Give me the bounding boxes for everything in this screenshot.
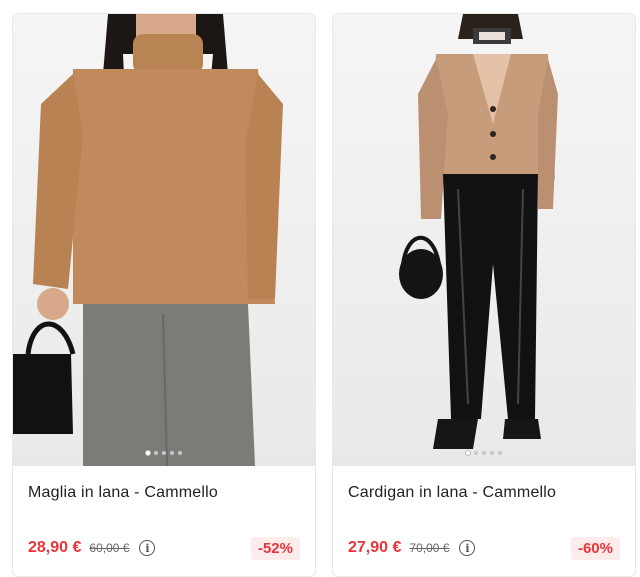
sale-price: 27,90 €: [348, 539, 402, 556]
info-icon[interactable]: i: [459, 540, 476, 556]
product-image[interactable]: [333, 14, 635, 466]
carousel-dot[interactable]: [490, 451, 494, 455]
carousel-dot[interactable]: [170, 451, 174, 455]
carousel-dot[interactable]: [466, 451, 470, 455]
image-carousel-dots[interactable]: [13, 451, 315, 455]
info-icon[interactable]: i: [139, 540, 156, 556]
product-photo-illustration: [399, 14, 558, 449]
product-image[interactable]: [13, 14, 315, 466]
carousel-dot[interactable]: [178, 451, 182, 455]
carousel-dot[interactable]: [146, 451, 150, 455]
discount-badge: -52%: [250, 536, 300, 560]
carousel-dot[interactable]: [474, 451, 478, 455]
sale-price: 28,90 €: [28, 539, 82, 556]
product-name[interactable]: Cardigan in lana - Cammello: [348, 484, 556, 502]
discount-badge: -60%: [570, 536, 620, 560]
carousel-dot[interactable]: [154, 451, 158, 455]
price-row: 27,90 € 70,00 € i -60%: [348, 535, 620, 561]
product-card[interactable]: Maglia in lana - Cammello 28,90 € 60,00 …: [12, 13, 316, 577]
product-name[interactable]: Maglia in lana - Cammello: [28, 484, 218, 502]
original-price: 70,00 €: [409, 541, 450, 555]
original-price: 60,00 €: [89, 541, 130, 555]
carousel-dot[interactable]: [162, 451, 166, 455]
price-row: 28,90 € 60,00 € i -52%: [28, 535, 300, 561]
product-photo-illustration: [13, 14, 283, 466]
carousel-dot[interactable]: [498, 451, 502, 455]
image-carousel-dots[interactable]: [333, 451, 635, 455]
product-card[interactable]: Cardigan in lana - Cammello 27,90 € 70,0…: [332, 13, 636, 577]
carousel-dot[interactable]: [482, 451, 486, 455]
